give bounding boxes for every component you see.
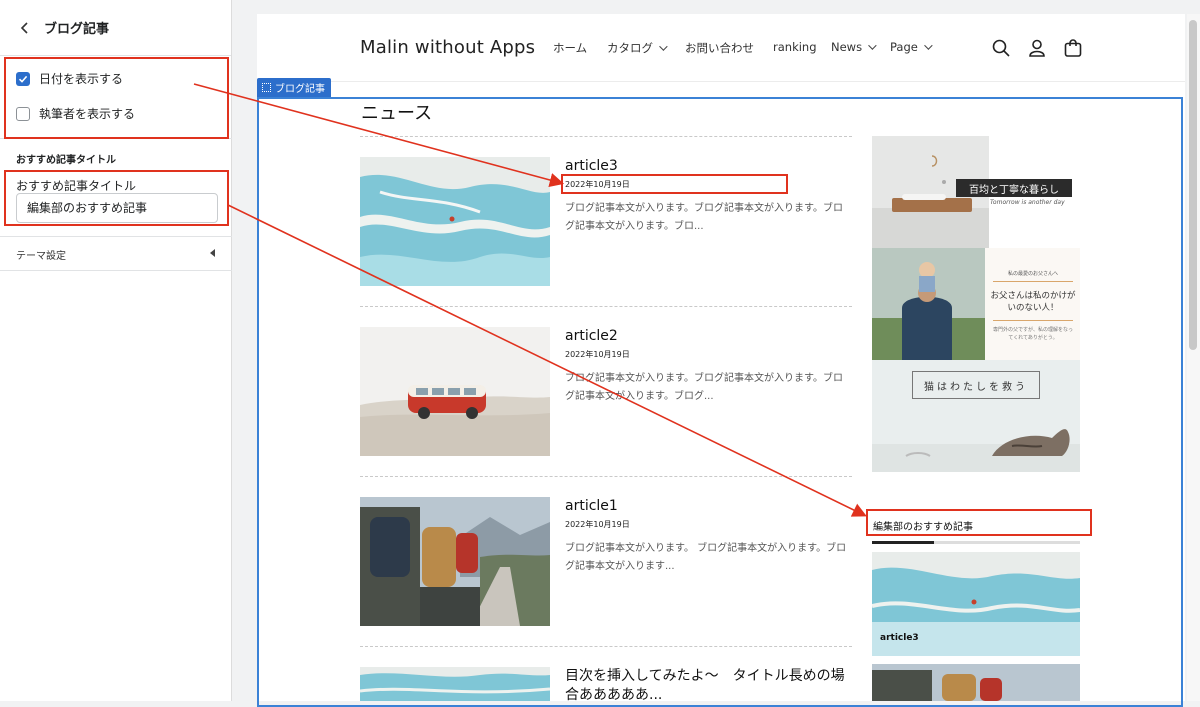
side-banner-3-caption: 猫はわたしを救う [912,371,1040,399]
article-thumbnail[interactable] [360,667,550,701]
page-title: ニュース [361,103,433,124]
section-tag[interactable]: ブログ記事 [257,78,331,97]
divider [993,320,1073,321]
preview-scrollbar-thumb[interactable] [1189,20,1197,350]
article-thumbnail[interactable] [360,157,550,286]
chevron-down-icon [868,41,877,50]
sidebar-header: ブログ記事 [0,0,231,56]
side-banner-2-caption: お父さんは私のかけがいのない人！ [990,291,1076,313]
side-banner-2-subcaption: 専門外の父ですが、私の理解をなってくれてありがとう。 [993,327,1073,341]
article-date: 2022年10月19日 [565,350,630,359]
dashed-divider [360,476,852,477]
show-date-checkbox-row[interactable]: 日付を表示する [16,70,123,87]
reco-field-label: おすすめ記事タイトル [16,179,137,193]
nav-label: Page [890,40,918,54]
side-banner-1-subcaption: Tomorrow is another day [990,199,1065,206]
article-thumbnail[interactable] [360,327,550,456]
section-grid-icon [262,83,271,92]
reco-section-label: おすすめ記事タイトル [16,155,116,166]
divider [0,236,232,237]
nav-item-page[interactable]: Page [890,40,933,54]
nav-item-catalog[interactable]: カタログ [607,40,668,56]
article-date: 2022年10月19日 [565,180,630,189]
theme-settings-label[interactable]: テーマ設定 [16,247,66,262]
nav-item-home[interactable]: ホーム [553,40,587,56]
store-logo[interactable]: Malin without Apps [360,37,535,58]
chevron-down-icon [924,41,933,50]
side-banner-2-text-panel: 私の最愛のお父さんへ お父さんは私のかけがいのない人！ 専門外の父ですが、私の理… [985,248,1080,360]
nav-label: News [831,40,863,54]
sidebar-title: ブログ記事 [44,22,110,37]
article-date: 2022年10月19日 [565,520,630,529]
article-excerpt: ブログ記事本文が入ります。ブログ記事本文が入ります。ブログ記事本文が入ります。ブ… [565,373,843,402]
store-header: Malin without Apps ホーム カタログ お問い合わせ ranki… [257,14,1185,82]
nav-item-ranking[interactable]: ranking [773,40,817,54]
dashed-divider [360,136,852,137]
recommended-title: 編集部のおすすめ記事 [873,522,973,533]
divider [0,270,232,271]
divider [0,138,232,139]
side-banner-1-caption: 百均と丁寧な暮らし [956,179,1072,197]
show-author-checkbox-row[interactable]: 執筆者を表示する [16,105,135,122]
editor-sidebar: ブログ記事 日付を表示する 執筆者を表示する おすすめ記事タイトル おすすめ記事… [0,0,232,701]
recommended-progress-fill [872,541,935,544]
divider [993,281,1073,282]
nav-label: お問い合わせ [685,41,754,55]
article-title[interactable]: article3 [565,158,618,174]
reco-title-input[interactable]: 編集部のおすすめ記事 [16,193,218,223]
article-title[interactable]: article1 [565,498,618,514]
article-excerpt: ブログ記事本文が入ります。 ブログ記事本文が入ります。ブログ記事本文が入ります.… [565,543,847,572]
side-banner-2-top-caption: 私の最愛のお父さんへ [1007,271,1058,277]
nav-item-news[interactable]: News [831,40,877,54]
search-icon[interactable] [991,38,1011,58]
recommended-card-title[interactable]: article3 [880,633,919,643]
article-title[interactable]: 目次を挿入してみたよ〜 タイトル長めの場合あああああ... [565,667,855,705]
article-thumbnail[interactable] [360,497,550,626]
nav-label: ranking [773,40,817,54]
account-icon[interactable] [1027,38,1047,58]
checkbox-checked-icon[interactable] [16,71,30,86]
caret-left-icon[interactable] [210,249,215,257]
chevron-down-icon [659,42,668,51]
nav-item-contact[interactable]: お問い合わせ [685,40,754,56]
cart-icon[interactable] [1063,38,1083,58]
section-tag-label: ブログ記事 [275,84,325,95]
checkbox-unchecked-icon[interactable] [16,106,30,121]
dashed-divider [360,646,852,647]
article-excerpt: ブログ記事本文が入ります。ブログ記事本文が入ります。ブログ記事本文が入ります。ブ… [565,203,843,232]
show-date-label: 日付を表示する [39,72,124,86]
nav-label: ホーム [553,41,588,55]
chevron-left-icon[interactable] [16,19,34,37]
article-title[interactable]: article2 [565,328,618,344]
nav-label: カタログ [607,41,653,55]
dashed-divider [360,306,852,307]
show-author-label: 執筆者を表示する [39,107,136,121]
side-banner-2-image[interactable] [872,248,985,360]
recommended-card-image[interactable] [872,664,1080,701]
recommended-progress-bar [872,541,1080,544]
